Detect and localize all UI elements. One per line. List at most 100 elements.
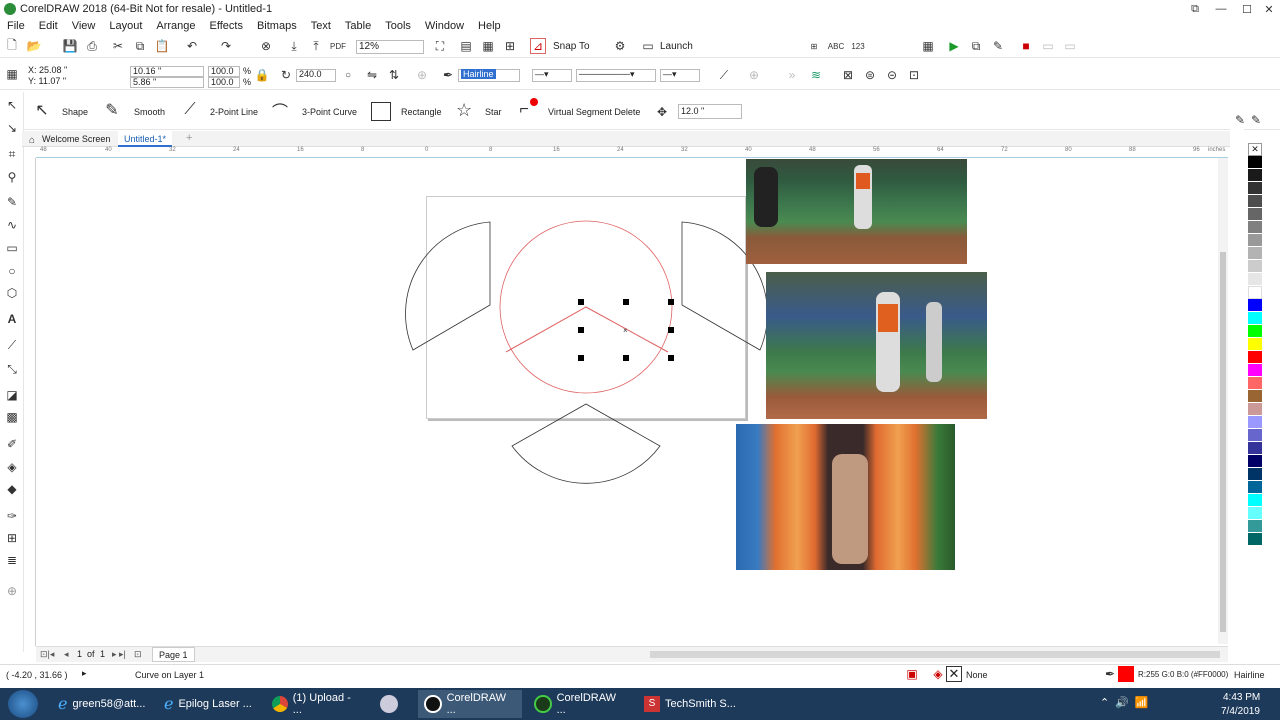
catcher-figure xyxy=(754,167,778,227)
selection-handle[interactable] xyxy=(623,355,629,361)
chevron-up-icon[interactable]: ⌃ xyxy=(1100,696,1109,712)
color-swatch[interactable] xyxy=(1248,481,1262,494)
color-swatch[interactable] xyxy=(1248,468,1262,481)
color-swatch[interactable] xyxy=(1248,507,1262,520)
page-nav-prev-icon[interactable]: ◂ xyxy=(64,649,69,660)
vertical-scroll-thumb[interactable] xyxy=(1220,252,1226,632)
selection-handle[interactable] xyxy=(578,299,584,305)
page-tab-1[interactable]: Page 1 xyxy=(152,647,195,662)
selection-handle[interactable] xyxy=(578,355,584,361)
taskbar-item-label: Epilog Laser ... xyxy=(178,698,252,710)
selection-handle[interactable] xyxy=(623,299,629,305)
taskbar-item-techsmith[interactable]: S TechSmith S... xyxy=(638,690,742,718)
batter-jersey-2 xyxy=(878,304,898,332)
outline-width-status: Hairline xyxy=(1234,670,1265,680)
selected-curve[interactable] xyxy=(505,306,669,353)
color-swatch[interactable] xyxy=(1248,533,1262,546)
color-swatch[interactable] xyxy=(1248,442,1262,455)
selection-handle[interactable] xyxy=(668,355,674,361)
color-swatch[interactable] xyxy=(1248,299,1262,312)
total-pages: 1 xyxy=(100,649,106,659)
page-nav-next-icon[interactable]: ▸ ▸| xyxy=(112,649,126,660)
add-page-icon[interactable]: ⊡ xyxy=(134,649,142,660)
color-swatch[interactable] xyxy=(1248,364,1262,377)
color-swatch[interactable] xyxy=(1248,221,1262,234)
selection-handle[interactable] xyxy=(668,299,674,305)
color-swatch[interactable] xyxy=(1248,494,1262,507)
coreldraw-icon xyxy=(534,695,552,713)
system-tray[interactable]: ⌃ 🔊 📶 xyxy=(1100,696,1220,712)
docker-pen-icon-2[interactable]: ✎ xyxy=(1248,112,1264,128)
pie-wedge-left[interactable] xyxy=(405,221,491,351)
color-swatch[interactable] xyxy=(1248,260,1262,273)
chrome-icon xyxy=(272,696,288,712)
color-swatch[interactable] xyxy=(1248,286,1262,299)
status-arrow-icon[interactable]: ▸ xyxy=(82,668,87,679)
color-swatch[interactable] xyxy=(1248,429,1262,442)
coreldraw-icon xyxy=(424,695,442,713)
color-swatch[interactable] xyxy=(1248,520,1262,533)
current-page-number: 1 xyxy=(77,649,83,659)
vertical-scrollbar[interactable] xyxy=(1218,158,1228,644)
taskbar-item-app[interactable] xyxy=(374,690,410,718)
color-swatch[interactable] xyxy=(1248,351,1262,364)
network-icon[interactable]: 📶 xyxy=(1135,696,1149,712)
color-swatch[interactable] xyxy=(1248,195,1262,208)
fill-status: None xyxy=(966,670,988,680)
page-nav-first-icon[interactable]: ⊡|◂ xyxy=(40,649,54,660)
color-swatch[interactable] xyxy=(1248,273,1262,286)
no-color-swatch[interactable]: ✕ xyxy=(1248,143,1262,156)
taskbar-item-chrome[interactable]: (1) Upload - ... xyxy=(266,690,368,718)
horizontal-scroll-thumb[interactable] xyxy=(650,651,1220,658)
selection-handle[interactable] xyxy=(668,327,674,333)
clock-date[interactable]: 7/4/2019 xyxy=(1221,706,1260,717)
clock-time[interactable]: 4:43 PM xyxy=(1223,692,1260,703)
taskbar-item-coreldraw-2[interactable]: CorelDRAW ... xyxy=(528,690,632,718)
color-swatch[interactable] xyxy=(1248,338,1262,351)
color-palette: ✕ xyxy=(1246,143,1264,628)
taskbar-item-label: green58@att... xyxy=(72,698,146,710)
fill-icon[interactable]: ▣ xyxy=(904,666,920,682)
color-swatch[interactable] xyxy=(1248,312,1262,325)
docker-strip xyxy=(1230,98,1244,646)
no-fill-swatch[interactable]: ✕ xyxy=(946,666,962,682)
techsmith-icon: S xyxy=(644,696,660,712)
taskbar-item-label: CorelDRAW ... xyxy=(446,692,507,716)
color-swatch[interactable] xyxy=(1248,156,1262,169)
baseball-photo-1[interactable] xyxy=(746,159,967,264)
color-swatch[interactable] xyxy=(1248,182,1262,195)
pie-wedge-bottom[interactable] xyxy=(511,403,661,484)
volume-icon[interactable]: 🔊 xyxy=(1115,696,1129,712)
taskbar-item-label: (1) Upload - ... xyxy=(292,692,351,716)
docker-pen-icon-1[interactable]: ✎ xyxy=(1232,112,1248,128)
ie-icon: ℯ xyxy=(164,696,174,713)
baseball-photo-2[interactable] xyxy=(766,272,987,419)
start-button[interactable] xyxy=(8,690,38,718)
cursor-coordinates: ( -4.20 , 31.66 ) xyxy=(6,670,68,680)
color-swatch[interactable] xyxy=(1248,247,1262,260)
color-swatch[interactable] xyxy=(1248,390,1262,403)
taskbar-item-label: TechSmith S... xyxy=(665,698,736,710)
page-navigator: ⊡|◂ ◂ 1 of 1 ▸ ▸| ⊡ Page 1 xyxy=(36,646,1228,662)
fill-bucket-icon[interactable]: ◈ xyxy=(930,666,946,682)
batter-jersey xyxy=(856,173,870,189)
outline-color-info: R:255 G:0 B:0 (#FF0000) xyxy=(1138,670,1229,679)
taskbar-item-label: CorelDRAW ... xyxy=(556,692,617,716)
kids-figure xyxy=(832,454,868,564)
taskbar-item-ie-1[interactable]: ℯ green58@att... xyxy=(52,690,154,718)
color-swatch[interactable] xyxy=(1248,208,1262,221)
taskbar-item-coreldraw-1[interactable]: CorelDRAW ... xyxy=(418,690,522,718)
color-swatch[interactable] xyxy=(1248,169,1262,182)
outline-pen-status-icon[interactable]: ✒ xyxy=(1102,666,1118,682)
object-info: Curve on Layer 1 xyxy=(135,670,205,680)
color-swatch[interactable] xyxy=(1248,403,1262,416)
color-swatch[interactable] xyxy=(1248,416,1262,429)
color-swatch[interactable] xyxy=(1248,234,1262,247)
water-slide-photo[interactable] xyxy=(736,424,955,570)
color-swatch[interactable] xyxy=(1248,455,1262,468)
selection-handle[interactable] xyxy=(578,327,584,333)
outline-color-swatch[interactable] xyxy=(1118,666,1134,682)
taskbar-item-ie-2[interactable]: ℯ Epilog Laser ... xyxy=(158,690,260,718)
color-swatch[interactable] xyxy=(1248,377,1262,390)
color-swatch[interactable] xyxy=(1248,325,1262,338)
